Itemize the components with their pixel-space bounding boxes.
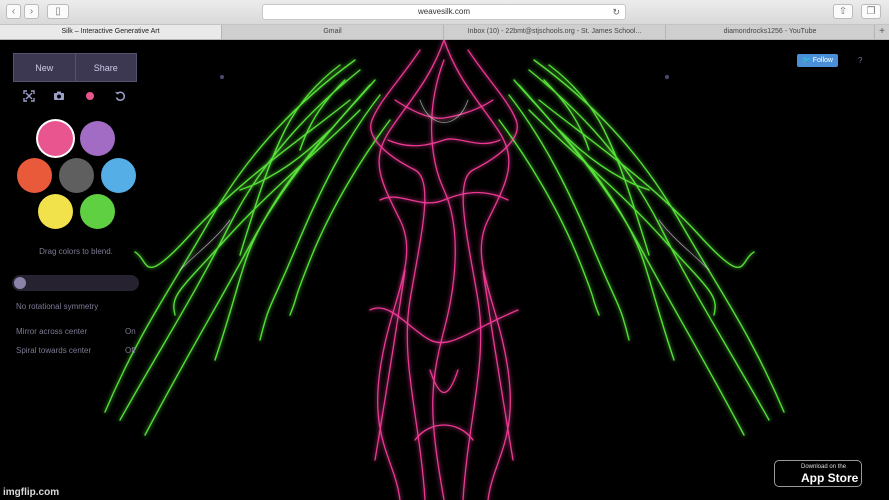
- spiral-label[interactable]: Spiral towards center: [16, 346, 91, 355]
- action-buttons: New Share: [13, 53, 137, 82]
- address-bar[interactable]: weavesilk.com ↻: [262, 4, 626, 20]
- color-gray[interactable]: [59, 158, 94, 193]
- follow-label: Follow: [812, 57, 833, 64]
- twitter-bird-icon: 🐦: [802, 57, 811, 64]
- tab-inbox[interactable]: Inbox (10) - 22bmt@stjschools.org - St. …: [444, 25, 666, 39]
- silk-canvas[interactable]: [0, 40, 889, 500]
- color-blue[interactable]: [101, 158, 136, 193]
- share-button[interactable]: Share: [75, 53, 137, 82]
- sidebar-toggle-button[interactable]: ▯: [47, 4, 69, 19]
- blend-hint: Drag colors to blend.: [39, 247, 113, 256]
- tab-silk[interactable]: Silk – Interactive Generative Art: [0, 25, 222, 39]
- color-purple[interactable]: [80, 121, 115, 156]
- tab-gmail[interactable]: Gmail: [222, 25, 444, 39]
- app-store-big-text: App Store: [801, 471, 859, 485]
- decorative-dot: [665, 75, 669, 79]
- color-pink[interactable]: [38, 121, 73, 156]
- color-green[interactable]: [80, 194, 115, 229]
- fullscreen-icon[interactable]: [23, 90, 35, 102]
- mirror-label[interactable]: Mirror across center: [16, 327, 87, 336]
- reload-icon[interactable]: ↻: [612, 5, 620, 19]
- browser-toolbar: ‹ › ▯ weavesilk.com ↻ ⇧ ❐: [0, 0, 889, 25]
- symmetry-label: No rotational symmetry: [16, 302, 99, 311]
- tabs-overview-icon[interactable]: ❐: [861, 4, 881, 19]
- tab-bar: Silk – Interactive Generative Art Gmail …: [0, 25, 889, 40]
- help-button[interactable]: ?: [858, 56, 862, 65]
- twitter-follow-button[interactable]: 🐦 Follow: [797, 54, 838, 67]
- color-orange[interactable]: [17, 158, 52, 193]
- app-store-small-text: Download on the: [801, 464, 847, 470]
- app-store-badge[interactable]: Download on the App Store: [774, 460, 862, 487]
- new-button[interactable]: New: [13, 53, 76, 82]
- back-button[interactable]: ‹: [6, 4, 21, 19]
- tab-youtube[interactable]: diamondrocks1256 - YouTube: [666, 25, 875, 39]
- brush-color-dot-icon[interactable]: [84, 90, 96, 102]
- symmetry-slider[interactable]: [12, 275, 139, 291]
- color-yellow[interactable]: [38, 194, 73, 229]
- silk-artwork: [104, 40, 785, 500]
- camera-icon[interactable]: [53, 90, 65, 102]
- url-text: weavesilk.com: [417, 7, 470, 16]
- undo-icon[interactable]: [114, 90, 126, 102]
- imgflip-watermark: imgflip.com: [3, 487, 60, 498]
- spiral-toggle[interactable]: Off: [125, 346, 136, 355]
- symmetry-slider-knob[interactable]: [14, 277, 26, 289]
- forward-button[interactable]: ›: [24, 4, 39, 19]
- share-icon[interactable]: ⇧: [833, 4, 853, 19]
- decorative-dot: [220, 75, 224, 79]
- new-tab-button[interactable]: +: [875, 25, 889, 39]
- mirror-toggle[interactable]: On: [125, 327, 136, 336]
